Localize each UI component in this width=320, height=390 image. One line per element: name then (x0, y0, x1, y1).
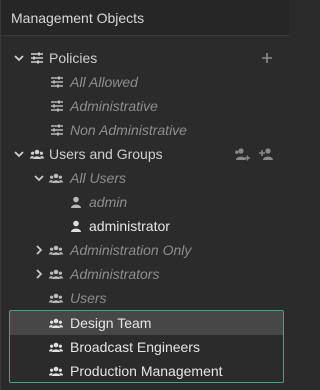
sliders-icon (31, 52, 43, 64)
tree-item-label: Design Team (70, 315, 152, 331)
management-objects-panel: Management Objects Policies All Allowed (0, 0, 289, 390)
tree-item-label: Policies (49, 50, 98, 66)
group-icon (30, 149, 44, 159)
tree-item-user-admin[interactable]: admin (1, 190, 289, 214)
add-user-icon[interactable] (234, 145, 252, 163)
chevron-down-icon[interactable] (33, 172, 45, 184)
tree-item-administration-only[interactable]: Administration Only (1, 238, 289, 262)
tree-item-production-management[interactable]: Production Management (10, 359, 283, 383)
tree-item-administrative[interactable]: Administrative (1, 94, 289, 118)
tree-item-broadcast-engineers[interactable]: Broadcast Engineers (10, 335, 283, 359)
tree-item-all-users[interactable]: All Users (1, 166, 289, 190)
tree-item-label: All Users (70, 170, 127, 186)
tree-item-label: All Allowed (70, 74, 138, 90)
tree-item-users-and-groups[interactable]: Users and Groups (1, 142, 289, 166)
group-icon (49, 318, 63, 328)
tree-item-label: Administrators (70, 266, 160, 282)
tree-item-label: admin (89, 194, 128, 210)
group-icon (49, 173, 63, 183)
group-icon (49, 245, 63, 255)
group-icon (49, 293, 63, 303)
tree-item-non-administrative[interactable]: Non Administrative (1, 118, 289, 142)
sliders-icon (51, 124, 63, 136)
tree-item-label: Administrative (70, 98, 158, 114)
tree-item-design-team[interactable]: Design Team (10, 311, 283, 335)
group-icon (49, 342, 63, 352)
tree-item-user-administrator[interactable]: administrator (1, 214, 289, 238)
tree-item-policies[interactable]: Policies (1, 46, 289, 70)
tree-item-label: Users (70, 290, 107, 306)
sliders-icon (51, 100, 63, 112)
user-icon (71, 220, 81, 232)
plus-icon[interactable] (258, 49, 276, 67)
chevron-right-icon[interactable] (33, 268, 45, 280)
group-icon (49, 366, 63, 376)
tree-item-all-allowed[interactable]: All Allowed (1, 70, 289, 94)
tree-item-label: Non Administrative (70, 122, 187, 138)
tree-item-label: Administration Only (70, 242, 192, 258)
chevron-right-icon[interactable] (33, 244, 45, 256)
tree-item-label: administrator (89, 218, 170, 234)
tree-item-label: Users and Groups (49, 146, 163, 162)
chevron-down-icon[interactable] (13, 148, 25, 160)
tree-item-administrators[interactable]: Administrators (1, 262, 289, 286)
group-icon (49, 269, 63, 279)
chevron-down-icon[interactable] (13, 52, 25, 64)
user-icon (71, 196, 81, 208)
sliders-icon (51, 76, 63, 88)
add-group-icon[interactable] (258, 145, 276, 163)
tree-item-label: Broadcast Engineers (70, 339, 200, 355)
tree-item-users[interactable]: Users (1, 286, 289, 310)
panel-title: Management Objects (11, 10, 145, 26)
tree-item-label: Production Management (70, 363, 223, 379)
panel-header: Management Objects (1, 0, 289, 36)
